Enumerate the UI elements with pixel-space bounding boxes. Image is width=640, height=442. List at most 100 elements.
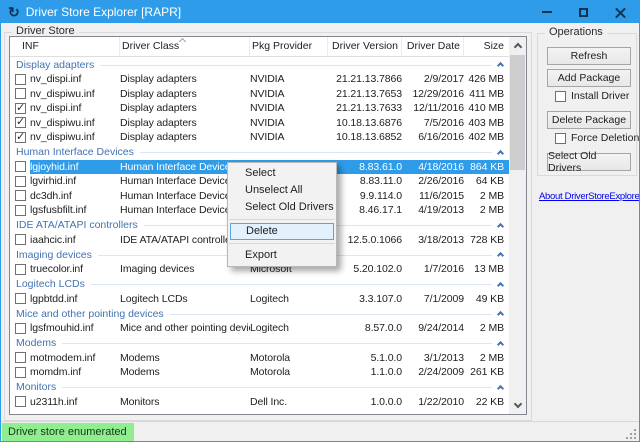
force-deletion-checkbox-box[interactable]	[555, 133, 566, 144]
row-checkbox[interactable]	[10, 101, 30, 116]
row-checkbox[interactable]	[10, 87, 30, 102]
close-button[interactable]	[602, 1, 639, 23]
row-checkbox[interactable]	[10, 365, 30, 380]
cell-size: 2 MB	[464, 189, 510, 204]
row-checkbox[interactable]	[10, 203, 30, 218]
group-name: Human Interface Devices	[16, 146, 134, 158]
titlebar: ↻ Driver Store Explorer [RAPR]	[1, 1, 639, 23]
cell-driver-date: 7/1/2009	[402, 292, 464, 307]
cell-driver-version: 21.21.13.7633	[328, 101, 402, 116]
menu-item-label: Delete	[246, 225, 278, 237]
cell-inf: lgvirhid.inf	[30, 174, 120, 189]
group-collapse-icon[interactable]	[497, 62, 504, 69]
install-driver-checkbox-box[interactable]	[555, 91, 566, 102]
checkbox-icon	[15, 132, 26, 143]
group-collapse-icon[interactable]	[497, 340, 504, 347]
driver-row[interactable]: nv_dispiwu.inf Display adapters NVIDIA 1…	[10, 130, 510, 145]
row-checkbox[interactable]	[10, 351, 30, 366]
row-checkbox[interactable]	[10, 189, 30, 204]
cell-inf: lgsfmouhid.inf	[30, 321, 120, 336]
driver-row[interactable]: nv_dispiwu.inf Display adapters NVIDIA 2…	[10, 87, 510, 102]
checkbox-icon	[15, 88, 26, 99]
vertical-scrollbar[interactable]	[509, 37, 526, 414]
cell-driver-date: 2/9/2017	[402, 72, 464, 87]
row-checkbox[interactable]	[10, 130, 30, 145]
refresh-button[interactable]: Refresh	[547, 47, 631, 65]
checkbox-icon	[15, 352, 26, 363]
column-header-driver-date[interactable]: Driver Date	[402, 37, 464, 56]
maximize-button[interactable]	[565, 1, 602, 23]
column-header-pkg-provider[interactable]: Pkg Provider	[250, 37, 328, 56]
menu-item-label: Unselect All	[245, 184, 302, 196]
menu-separator	[229, 219, 335, 220]
about-link[interactable]: About DriverStoreExplorer	[539, 191, 639, 202]
menu-item-delete[interactable]: Delete	[230, 223, 334, 240]
menu-item-export[interactable]: Export	[228, 247, 336, 264]
row-checkbox[interactable]	[10, 116, 30, 131]
row-checkbox[interactable]	[10, 160, 30, 175]
checkbox-icon	[15, 117, 26, 128]
driver-row[interactable]: lgpbtdd.inf Logitech LCDs Logitech 3.3.1…	[10, 292, 510, 307]
menu-separator	[229, 243, 335, 244]
group-name: Imaging devices	[16, 249, 92, 261]
group-divider-line	[100, 65, 492, 66]
driver-row[interactable]: motmodem.inf Modems Motorola 5.1.0.0 3/1…	[10, 351, 510, 366]
row-checkbox[interactable]	[10, 262, 30, 277]
driver-row[interactable]: lgsfmouhid.inf Mice and other pointing d…	[10, 321, 510, 336]
cell-driver-class: Modems	[120, 351, 250, 366]
column-header-driver-class[interactable]: Driver Class	[120, 37, 250, 56]
row-checkbox[interactable]	[10, 292, 30, 307]
column-header-inf[interactable]: INF	[10, 37, 120, 56]
delete-package-button[interactable]: Delete Package	[547, 111, 631, 129]
cell-driver-date: 7/5/2016	[402, 116, 464, 131]
resize-grip[interactable]	[625, 428, 637, 440]
cell-driver-class: Display adapters	[120, 130, 250, 145]
cell-driver-version: 8.83.11.0	[328, 174, 402, 189]
group-collapse-icon[interactable]	[497, 252, 504, 259]
group-collapse-icon[interactable]	[497, 149, 504, 156]
cell-size: 64 KB	[464, 174, 510, 189]
select-old-drivers-button[interactable]: Select Old Drivers	[547, 153, 631, 171]
row-checkbox[interactable]	[10, 174, 30, 189]
group-collapse-icon[interactable]	[497, 384, 504, 391]
cell-driver-version: 10.18.13.6876	[328, 116, 402, 131]
column-header-driver-version[interactable]: Driver Version	[328, 37, 402, 56]
driver-row[interactable]: nv_dispi.inf Display adapters NVIDIA 21.…	[10, 101, 510, 116]
scrollbar-thumb[interactable]	[510, 55, 525, 170]
cell-pkg-provider: Motorola	[250, 365, 328, 380]
install-driver-checkbox[interactable]: Install Driver	[555, 90, 629, 102]
cell-inf: lgjoyhid.inf	[30, 160, 120, 175]
cell-driver-date: 12/11/2016	[402, 101, 464, 116]
cell-driver-date: 3/18/2013	[402, 233, 464, 248]
cell-pkg-provider: NVIDIA	[250, 101, 328, 116]
cell-size: 864 KB	[464, 160, 510, 175]
row-checkbox[interactable]	[10, 321, 30, 336]
cell-inf: dc3dh.inf	[30, 189, 120, 204]
menu-item-unselect-all[interactable]: Unselect All	[228, 182, 336, 199]
group-name: Logitech LCDs	[16, 278, 85, 290]
cell-driver-class: Logitech LCDs	[120, 292, 250, 307]
driver-row[interactable]: nv_dispi.inf Display adapters NVIDIA 21.…	[10, 72, 510, 87]
force-deletion-checkbox[interactable]: Force Deletion	[555, 132, 639, 144]
menu-item-select[interactable]: Select	[228, 165, 336, 182]
group-collapse-icon[interactable]	[497, 311, 504, 318]
add-package-button[interactable]: Add Package	[547, 69, 631, 87]
cell-driver-version: 9.9.114.0	[328, 189, 402, 204]
group-name: Display adapters	[16, 59, 94, 71]
menu-item-select-old-drivers[interactable]: Select Old Drivers	[228, 199, 336, 216]
cell-size: 426 MB	[464, 72, 510, 87]
row-checkbox[interactable]	[10, 72, 30, 87]
driver-row[interactable]: nv_dispiwu.inf Display adapters NVIDIA 1…	[10, 116, 510, 131]
group-collapse-icon[interactable]	[497, 222, 504, 229]
group-collapse-icon[interactable]	[497, 281, 504, 288]
scroll-down-button[interactable]	[509, 397, 526, 414]
cell-pkg-provider: Logitech	[250, 292, 328, 307]
column-header-size[interactable]: Size	[464, 37, 510, 56]
driver-row[interactable]: u2311h.inf Monitors Dell Inc. 1.0.0.0 1/…	[10, 395, 510, 410]
minimize-button[interactable]	[528, 1, 565, 23]
driver-row[interactable]: momdm.inf Modems Motorola 1.1.0.0 2/24/2…	[10, 365, 510, 380]
scroll-up-button[interactable]	[509, 37, 526, 54]
row-checkbox[interactable]	[10, 233, 30, 248]
cell-driver-version: 8.83.61.0	[328, 160, 402, 175]
row-checkbox[interactable]	[10, 395, 30, 410]
